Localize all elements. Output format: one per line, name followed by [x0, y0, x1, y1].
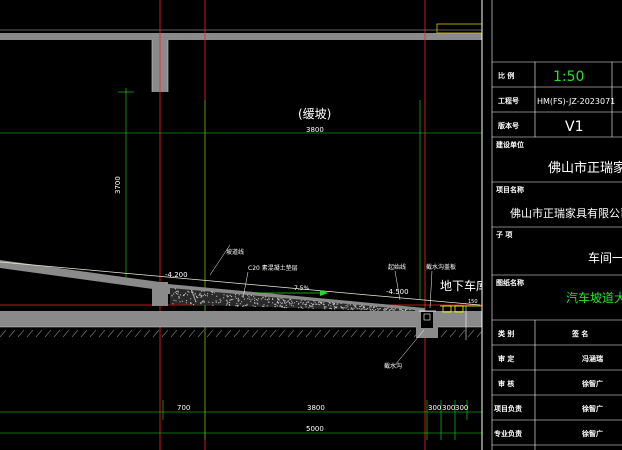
tb-sig-label-4: 专业负责 [494, 429, 522, 438]
slope-percent: 7.5% [294, 285, 310, 292]
tb-sig-value-1: 冯涵瑞 [582, 354, 603, 363]
tb-sub-value: 车间一 [588, 250, 622, 265]
tb-project-value: 佛山市正瑞家具有限公司家 [510, 206, 622, 220]
label-drain: 截水沟 [384, 362, 402, 370]
title-block: 比 例 1:50 工程号 HM(FS)-JZ-2023071 版本号 V1 建设… [481, 0, 622, 450]
tb-sig-label-1: 审 定 [498, 354, 514, 363]
level-right: -4.500 [386, 288, 409, 296]
tb-version-label: 版本号 [498, 121, 519, 130]
tb-sig-label-0: 类 别 [498, 329, 514, 338]
tb-sig-value-2: 徐智广 [581, 379, 603, 388]
concrete-label: C20 素混凝土垫层 [248, 264, 298, 272]
dim-total: 5000 [306, 425, 324, 433]
dim-300-a: 300 [428, 404, 441, 412]
label-slope-line: 坡道线 [226, 248, 244, 256]
tb-sig-value-3: 徐智广 [581, 404, 603, 413]
tb-drawing-name-label: 图纸名称 [496, 278, 524, 287]
tb-version-value: V1 [565, 119, 583, 135]
tb-scale-label: 比 例 [498, 71, 514, 80]
cad-drawing-canvas: (缓坡) 3800 3700 -4.200 -4.500 C20 素混凝土垫层 … [0, 0, 622, 450]
slope-length-top: 3800 [306, 126, 324, 134]
dim-300-c: 300 [455, 404, 468, 412]
tb-owner-label: 建设单位 [496, 140, 524, 149]
tb-sig-label-3: 项目负责 [494, 404, 522, 413]
tb-sig-value-0: 签 名 [571, 329, 588, 338]
tb-scale-value: 1:50 [553, 69, 584, 85]
label-start-line: 起始线 [388, 263, 406, 271]
tb-sub-label: 子 项 [496, 230, 512, 239]
dim-300-b: 300 [442, 404, 455, 412]
dim-3800: 3800 [307, 404, 325, 412]
tb-owner-value: 佛山市正瑞家具 [548, 160, 622, 176]
small-dim: 150 [468, 299, 478, 305]
tb-sig-value-4: 徐智广 [581, 429, 603, 438]
tb-sig-label-2: 审 核 [498, 379, 514, 388]
tb-drawing-name-value: 汽车坡道大 [566, 290, 622, 305]
dim-700: 700 [177, 404, 190, 412]
garage-label: 地下车库 [440, 278, 488, 293]
label-interceptor: 截水沟盖板 [426, 263, 456, 271]
top-slab [0, 33, 482, 40]
tb-project-no-value: HM(FS)-JZ-2023071 [537, 97, 615, 106]
tb-project-no-label: 工程号 [498, 96, 519, 105]
height-dim: 3700 [114, 176, 122, 194]
tb-project-label: 项目名称 [496, 185, 524, 194]
level-left: -4.200 [165, 271, 188, 279]
concrete-bedding [170, 288, 415, 312]
slope-label: (缓坡) [298, 107, 331, 121]
floor-slab [0, 311, 482, 327]
drawing-area: (缓坡) 3800 3700 -4.200 -4.500 C20 素混凝土垫层 … [0, 0, 488, 450]
